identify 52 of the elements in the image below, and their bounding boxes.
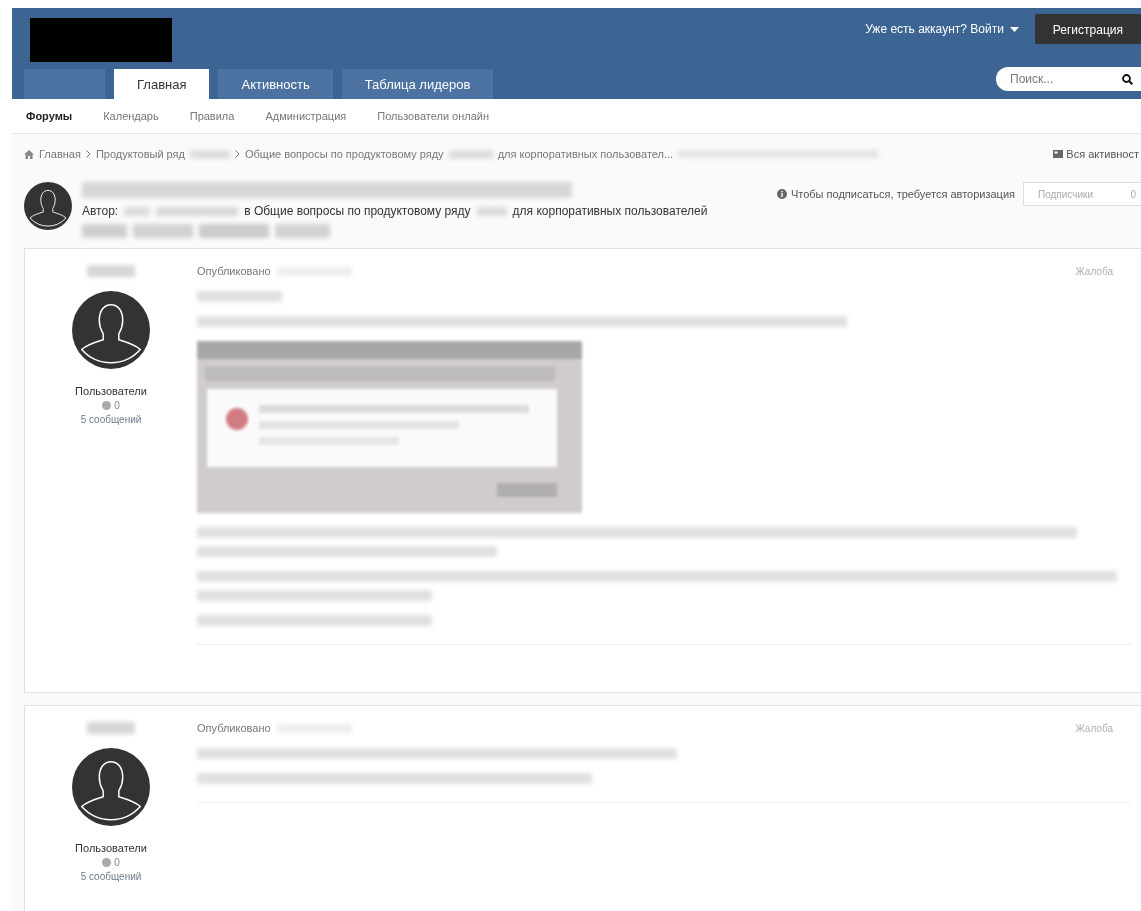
breadcrumb-link[interactable]: Продуктовый ряд	[95, 148, 185, 160]
author-label: Автор:	[82, 204, 119, 218]
redacted-text	[476, 206, 507, 216]
chevron-icon	[235, 150, 240, 158]
nav-tab[interactable]: Активность	[218, 69, 333, 99]
redacted-text	[275, 224, 330, 238]
search-icon	[1122, 74, 1133, 85]
reputation: 0	[102, 857, 120, 868]
chevron-icon	[85, 150, 91, 158]
subnav-link[interactable]: Календарь	[103, 110, 159, 122]
redacted-text	[190, 149, 230, 159]
avatar-icon	[24, 182, 72, 230]
subnav-link[interactable]: Администрация	[265, 110, 347, 122]
reputation: 0	[102, 400, 120, 411]
nav-tab[interactable]: Таблица лидеров	[341, 69, 494, 99]
redacted-text	[448, 149, 493, 159]
feed-icon	[1053, 150, 1064, 158]
home-icon	[24, 149, 34, 159]
search-field[interactable]: Поиск...	[996, 67, 1141, 91]
breadcrumb-link[interactable]: для корпоративных пользовател...	[497, 148, 674, 160]
info-icon	[776, 189, 787, 199]
redacted-text	[87, 265, 135, 277]
breadcrumb-link[interactable]: Главная	[39, 148, 81, 160]
published-label: Опубликовано	[197, 722, 271, 734]
avatar-icon	[72, 291, 150, 369]
follow-note: Чтобы подписаться, требуется авторизация	[776, 188, 1015, 200]
subnav-link[interactable]: Правила	[189, 110, 235, 122]
forum-text: в Общие вопросы по продуктовому ряду	[244, 204, 471, 218]
sign-in-link[interactable]: Уже есть аккаунт? Войти	[865, 22, 1019, 36]
breadcrumb-link[interactable]: Общие вопросы по продуктовому ряду	[245, 148, 444, 160]
subnav-link[interactable]: Форумы	[26, 110, 73, 122]
reputation-icon	[102, 401, 112, 410]
redacted-tab[interactable]	[24, 69, 105, 99]
nav-tab[interactable]: Главная	[114, 69, 210, 99]
redacted-text	[82, 224, 127, 238]
caret-icon	[1009, 26, 1019, 32]
activity-link[interactable]: Вся активност	[1053, 148, 1139, 160]
post-count: 5 сообщений	[80, 871, 142, 882]
user-group: Пользователи	[75, 385, 147, 397]
post-count: 5 сообщений	[80, 414, 142, 425]
redacted-text	[87, 722, 135, 734]
forum-text: для корпоративных пользователей	[512, 204, 708, 218]
avatar-icon	[72, 748, 150, 826]
user-group: Пользователи	[75, 842, 147, 854]
subnav-link[interactable]: Пользователи онлайн	[377, 110, 490, 122]
register-button[interactable]: Регистрация	[1034, 14, 1141, 44]
followers-button[interactable]: Подписчики 0	[1023, 182, 1141, 206]
redacted-text	[124, 206, 151, 216]
redacted-text	[199, 224, 269, 238]
reputation-icon	[102, 858, 112, 867]
published-label: Опубликовано	[197, 265, 271, 277]
redacted-text	[133, 224, 193, 238]
